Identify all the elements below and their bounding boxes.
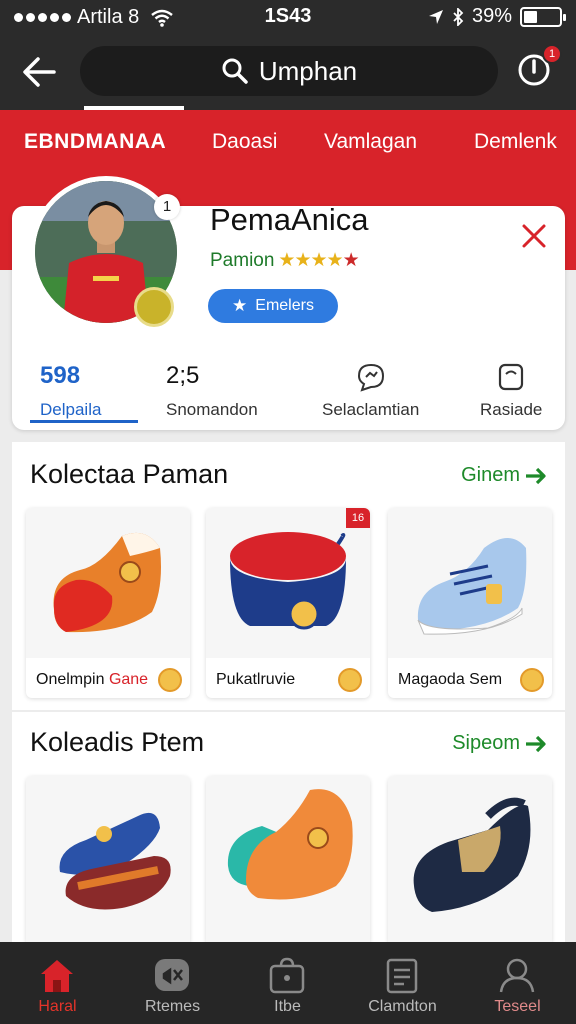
tab-brand[interactable]: EBNDMANAA (24, 130, 166, 154)
mute-icon (155, 959, 189, 991)
nav-profile[interactable]: Teseel (460, 942, 575, 1024)
bluetooth-icon (453, 7, 464, 26)
rounded-square-icon (480, 362, 542, 392)
bottom-nav: Haral Rtemes Itbe Clamdton Teseel (0, 942, 576, 1024)
stat-label: Selaclamtian (322, 400, 420, 419)
search-icon (222, 58, 248, 84)
top-header: Umphan 1 (0, 34, 576, 110)
profile-role: Pamion (210, 249, 275, 271)
profile-role-row: Pamion ★★★★★ (210, 249, 360, 272)
search-bar[interactable]: Umphan (80, 46, 498, 96)
product-image (26, 776, 190, 946)
notification-badge: 1 (542, 44, 562, 64)
product-card[interactable]: Onelmpin Gane (26, 508, 190, 698)
product-label: Onelmpin Gane (36, 671, 149, 688)
tab-1[interactable]: Daoasi (212, 130, 277, 154)
stat-value: 2;5 (166, 362, 200, 389)
rating-stars-icon: ★★★★★ (278, 250, 359, 271)
stat-tab-2[interactable]: 2;5 Snomandon (166, 362, 258, 420)
product-image (206, 776, 370, 946)
product-tag: 16 (346, 508, 370, 528)
nav-itbe[interactable]: Itbe (230, 942, 345, 1024)
product-card[interactable]: Magaoda Sem (388, 508, 552, 698)
medal-icon (520, 668, 544, 692)
close-icon[interactable] (520, 222, 548, 250)
stat-value: 598 (40, 362, 81, 389)
status-right: 39% (428, 5, 566, 28)
product-card[interactable] (26, 776, 190, 946)
tab-3[interactable]: Demlenk (474, 130, 557, 154)
stat-label: Rasiade (480, 400, 543, 419)
nav-label: Itbe (274, 998, 301, 1015)
section-2-title: Koleadis Ptem (30, 727, 205, 757)
search-text: Umphan (258, 55, 358, 86)
section-1-link[interactable]: Ginem (461, 464, 548, 487)
nav-label: Haral (38, 998, 77, 1015)
stat-tab-4[interactable]: Rasiade (480, 362, 542, 420)
stat-label: Snomandon (166, 400, 258, 419)
medal-icon (158, 668, 182, 692)
home-icon (41, 960, 73, 992)
section-2-link-label: Sipeom (452, 732, 520, 754)
product-image (206, 508, 370, 658)
medal-icon (338, 668, 362, 692)
battery-icon (520, 6, 566, 27)
stat-active-underline (30, 420, 138, 423)
stat-tab-3[interactable]: Selaclamtian (322, 362, 419, 420)
status-bar: Artila 8 1S43 39% (0, 0, 576, 34)
nav-label: Teseel (494, 998, 541, 1015)
chat-icon (322, 362, 419, 392)
stat-tab-1[interactable]: 598 Delpaila (40, 362, 101, 420)
star-icon: ★ (232, 296, 248, 315)
section-1-title: Koleсtaa Paman (30, 459, 229, 489)
nav-home[interactable]: Haral (0, 942, 115, 1024)
nav-label: Clamdton (368, 998, 437, 1015)
section-1-link-label: Ginem (461, 464, 520, 486)
product-card[interactable] (388, 776, 552, 946)
profile-icon (499, 958, 535, 993)
product-image (388, 776, 552, 946)
product-card[interactable] (206, 776, 370, 946)
product-label: Magaoda Sem (398, 671, 503, 688)
nav-clamdton[interactable]: Clamdton (345, 942, 460, 1024)
notification-button[interactable]: 1 (512, 44, 562, 92)
battery-percent: 39% (471, 5, 512, 27)
location-icon (428, 9, 443, 24)
avatar-badge: 1 (154, 194, 180, 220)
nav-label: Rtemes (144, 998, 201, 1015)
battery-level (524, 10, 537, 23)
stat-label: Delpaila (40, 400, 102, 419)
arrow-right-icon (526, 735, 546, 752)
product-image (26, 508, 190, 658)
back-arrow-icon[interactable] (18, 50, 62, 94)
product-label: Pukatlruvie (216, 671, 296, 688)
bag-icon (269, 957, 305, 994)
product-image (388, 508, 552, 658)
nav-rtemes[interactable]: Rtemes (115, 942, 230, 1024)
section-2-link[interactable]: Sipeom (452, 732, 548, 755)
verified-badge-icon (134, 287, 174, 327)
follow-button[interactable]: ★ Emelers (208, 289, 338, 323)
arrow-right-icon (526, 467, 546, 484)
clipboard-icon (386, 958, 418, 994)
tab-2[interactable]: Vamlagan (324, 130, 417, 154)
follow-label: Emelers (255, 297, 314, 314)
product-card[interactable]: 16 Pukatlruvie (206, 508, 370, 698)
profile-name: PemaAnica (210, 202, 369, 237)
